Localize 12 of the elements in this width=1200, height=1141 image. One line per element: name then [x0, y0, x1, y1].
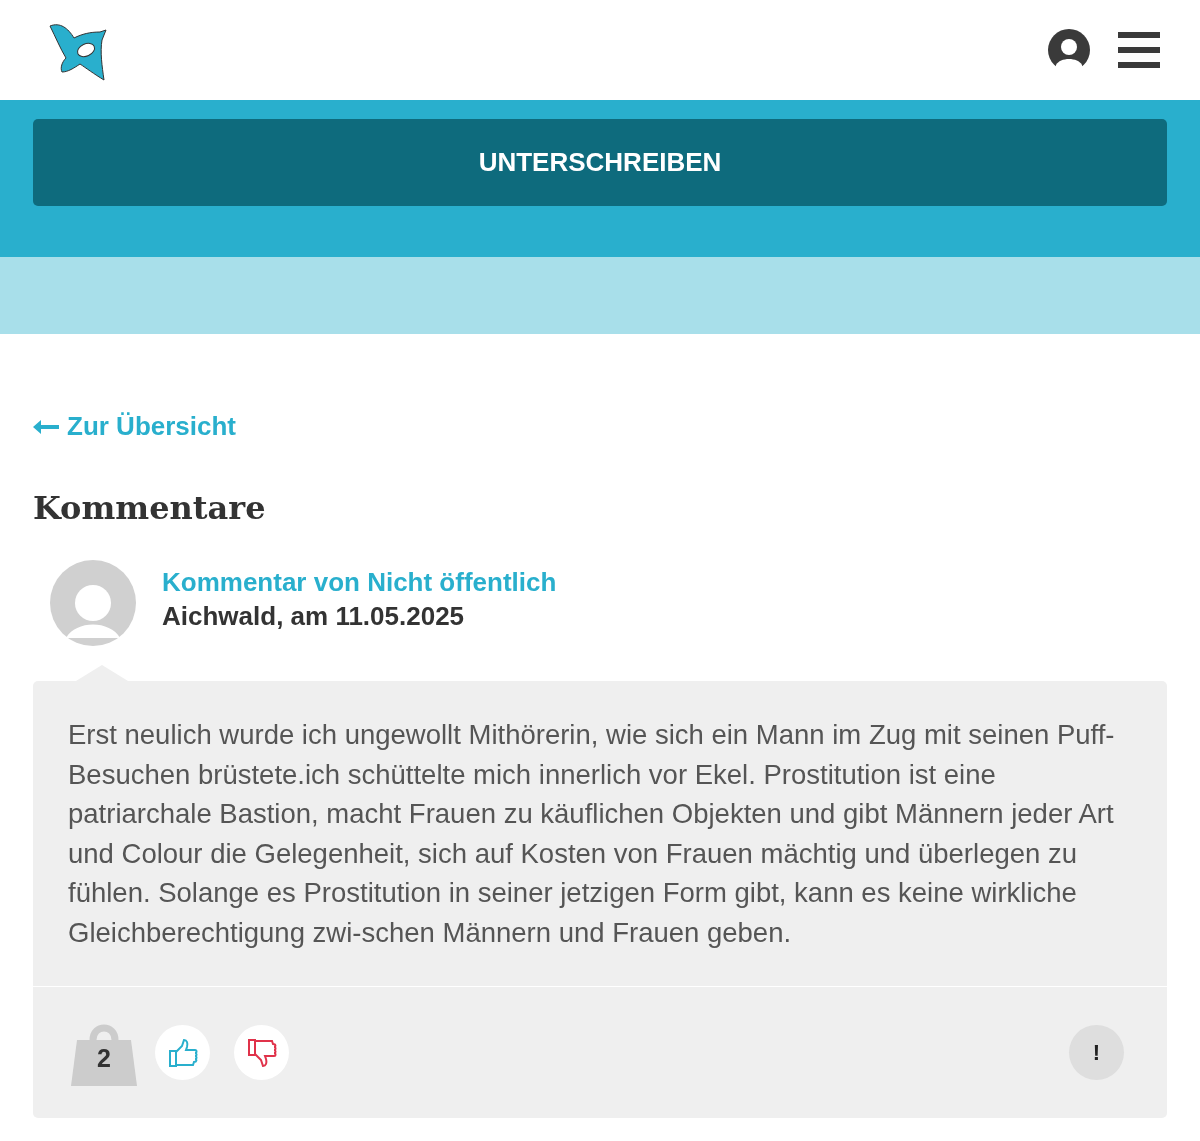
sign-button[interactable]: UNTERSCHREIBEN [33, 119, 1167, 206]
thumbs-down-icon [246, 1037, 277, 1068]
section-heading: Kommentare [33, 488, 267, 529]
thumbs-up-icon [167, 1037, 198, 1068]
comment-meta: Aichwald, am 11.05.2025 [162, 600, 466, 633]
comment-text: Erst neulich wurde ich ungewollt Mithörerin, wie sich ein Mann im Zug mit seinen Puff-Besuchen brüstete.ich schüttelte mich innerlich vor Ekel. Prostitution ist eine patriarchale Bastion, macht Frauen zu käuflichen Objekten und gibt Männern jeder Art und Colour die Gelegenheit, sich auf Kosten von Frauen mächtig und überlegen zu fühlen. Solange es Prostitution in seiner jetzigen Form gibt, kann es keine wirkliche Gleichberechtigung zwi-schen Männern und Frauen geben. [67, 718, 1116, 950]
comment-author: Kommentar von Nicht öffentlich [162, 566, 557, 599]
arrow-left-icon [33, 419, 59, 434]
avatar-icon [50, 560, 136, 646]
report-button[interactable]: ! [1069, 1025, 1124, 1080]
menu-icon[interactable] [1118, 32, 1160, 68]
user-icon[interactable] [1048, 29, 1090, 71]
